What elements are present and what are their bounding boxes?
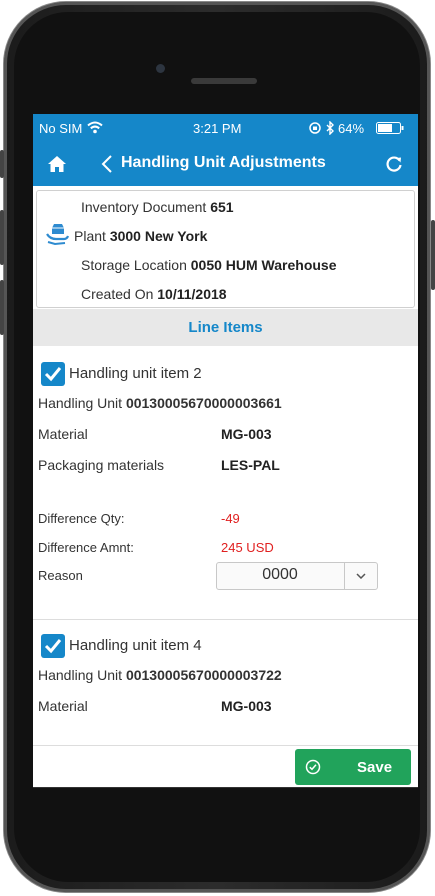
storage-location-row: Storage Location 0050 HUM Warehouse xyxy=(81,257,337,273)
bluetooth-icon xyxy=(326,121,334,135)
plant-value: 3000 New York xyxy=(109,228,208,244)
packaging-label: Packaging materials xyxy=(38,457,165,473)
packaging-value: LES-PAL xyxy=(221,457,280,473)
material-label: Material xyxy=(38,426,88,442)
power-button xyxy=(431,220,435,290)
material-label: Material xyxy=(38,698,88,714)
front-camera xyxy=(156,64,165,73)
created-on-value: 10/11/2018 xyxy=(157,286,227,302)
handling-unit-value: 00130005670000003661 xyxy=(125,395,282,411)
item-title-label: Handling unit item xyxy=(69,365,190,382)
package-hand-icon xyxy=(46,224,70,246)
reason-select-value: 0000 xyxy=(262,566,298,583)
item-title-number: 4 xyxy=(193,637,202,654)
document-header-card: Inventory Document 651 Plant 3000 New Yo… xyxy=(36,190,415,308)
carrier-label: No SIM xyxy=(39,121,83,136)
storage-location-label: Storage Location xyxy=(81,257,187,273)
item-title: Handling unit item 4 xyxy=(69,637,202,654)
plant-row: Plant 3000 New York xyxy=(74,228,207,244)
app-screen: No SIM 3:21 PM 64% Handling Unit Adjustm… xyxy=(33,114,418,787)
difference-amount-value: 245 USD xyxy=(221,540,274,555)
reason-select[interactable]: 0000 xyxy=(216,562,378,590)
reason-select-toggle[interactable] xyxy=(344,563,377,589)
material-value: MG-003 xyxy=(221,426,272,442)
save-button[interactable]: Save xyxy=(295,749,411,785)
handling-unit-row: Handling Unit 00130005670000003722 xyxy=(38,667,282,683)
handling-unit-label: Handling Unit xyxy=(38,667,123,683)
line-item: Handling unit item 2 Handling Unit 00130… xyxy=(33,346,418,620)
difference-qty-value: -49 xyxy=(221,511,240,526)
battery-percent: 64% xyxy=(338,121,365,136)
volume-up-button xyxy=(0,210,4,265)
difference-amount-label: Difference Amnt: xyxy=(38,540,134,555)
plant-label: Plant xyxy=(74,228,106,244)
save-button-label: Save xyxy=(357,759,393,776)
item-checkbox[interactable] xyxy=(41,634,65,658)
item-title: Handling unit item 2 xyxy=(69,365,202,382)
handling-unit-label: Handling Unit xyxy=(38,395,123,411)
inventory-document-label: Inventory Document xyxy=(81,199,207,215)
material-value: MG-003 xyxy=(221,698,272,714)
checkmark-icon xyxy=(44,639,62,654)
item-title-number: 2 xyxy=(193,365,202,382)
footer-bar: Save xyxy=(33,745,418,787)
clock-label: 3:21 PM xyxy=(193,121,242,136)
check-circle-icon xyxy=(305,759,321,775)
page-title: Handling Unit Adjustments xyxy=(121,154,326,171)
storage-location-value: 0050 HUM Warehouse xyxy=(190,257,337,273)
inventory-document-row: Inventory Document 651 xyxy=(81,199,234,215)
status-bar: No SIM 3:21 PM 64% xyxy=(33,114,418,142)
battery-icon xyxy=(376,122,404,134)
rotation-lock-icon xyxy=(309,122,321,134)
screen-edge xyxy=(33,787,418,788)
nav-bar: Handling Unit Adjustments xyxy=(33,142,418,186)
handling-unit-value: 00130005670000003722 xyxy=(125,667,282,683)
inventory-document-value: 651 xyxy=(210,199,234,215)
chevron-down-icon xyxy=(356,573,366,579)
line-item: Handling unit item 4 Handling Unit 00130… xyxy=(33,620,418,750)
handling-unit-row: Handling Unit 00130005670000003661 xyxy=(38,395,282,411)
item-checkbox[interactable] xyxy=(41,362,65,386)
back-chevron-icon[interactable] xyxy=(101,154,113,174)
created-on-label: Created On xyxy=(81,286,154,302)
mute-switch xyxy=(0,150,4,178)
refresh-icon[interactable] xyxy=(384,154,404,174)
reason-label: Reason xyxy=(38,568,83,583)
wifi-icon xyxy=(87,121,103,134)
home-icon[interactable] xyxy=(47,155,67,173)
checkmark-icon xyxy=(44,367,62,382)
created-on-row: Created On 10/11/2018 xyxy=(81,286,227,302)
item-title-label: Handling unit item xyxy=(69,637,190,654)
earpiece-speaker xyxy=(191,78,257,84)
difference-qty-label: Difference Qty: xyxy=(38,511,125,526)
section-title: Line Items xyxy=(33,309,418,346)
volume-down-button xyxy=(0,280,4,335)
